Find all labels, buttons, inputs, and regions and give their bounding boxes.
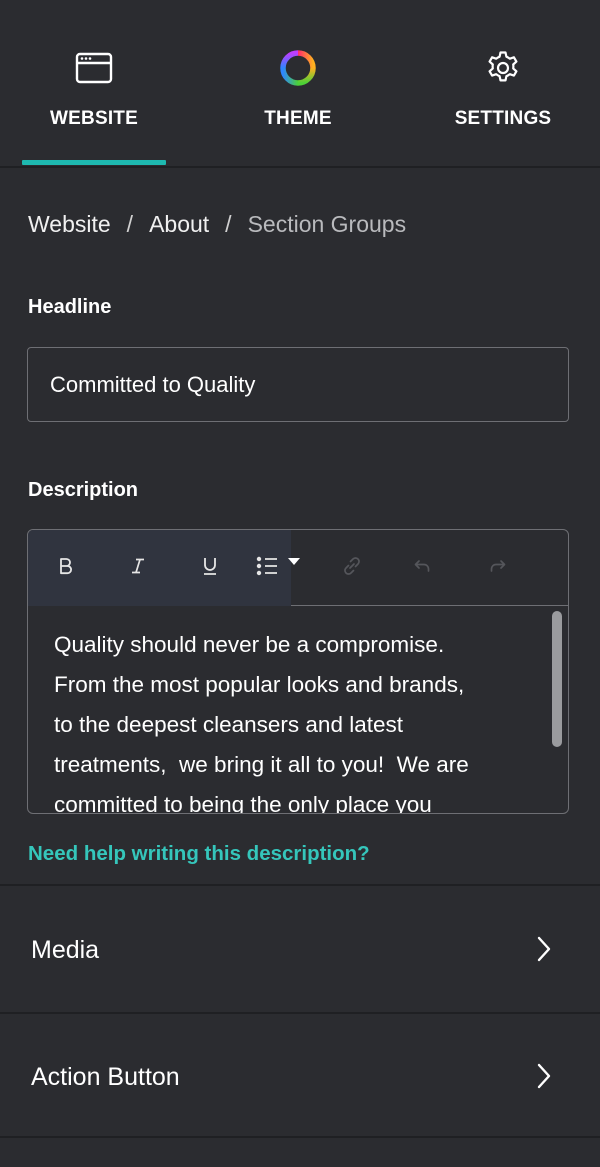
description-label: Description	[28, 479, 139, 501]
breadcrumb-website[interactable]: Website	[28, 211, 111, 238]
description-text-area[interactable]: Quality should never be a compromise. Fr…	[28, 607, 568, 813]
breadcrumb-separator: /	[225, 210, 232, 237]
underline-button[interactable]	[188, 530, 232, 606]
tab-label: THEME	[264, 108, 332, 129]
color-wheel-icon	[278, 48, 318, 88]
tab-theme[interactable]: THEME	[228, 0, 368, 166]
breadcrumb-separator: /	[126, 210, 134, 237]
section-action-button[interactable]: Action Button	[0, 1014, 600, 1138]
italic-icon	[129, 557, 147, 580]
link-button[interactable]	[330, 530, 374, 606]
divider	[0, 1136, 600, 1138]
breadcrumb-section-groups: Section Groups	[247, 210, 407, 237]
section-label: Action Button	[31, 1063, 180, 1091]
description-help-link[interactable]: Need help writing this description?	[28, 842, 370, 866]
tab-website[interactable]: WEBSITE	[22, 0, 166, 166]
description-text[interactable]: Quality should never be a compromise. Fr…	[54, 625, 536, 813]
browser-window-icon	[74, 48, 114, 88]
tab-label: WEBSITE	[50, 108, 138, 129]
active-tab-indicator	[22, 160, 166, 165]
bulleted-list-button[interactable]	[250, 530, 310, 606]
breadcrumb: Website / About / Section Groups	[28, 208, 406, 240]
editor-scrollbar[interactable]	[552, 611, 562, 747]
bold-button[interactable]	[44, 530, 88, 606]
undo-button[interactable]	[402, 530, 446, 606]
editor-panel: WEBSITE THEME SETTINGS Website / About /…	[0, 0, 600, 1167]
divider	[0, 884, 600, 886]
top-tab-bar: WEBSITE THEME SETTINGS	[0, 0, 600, 168]
redo-icon	[485, 557, 507, 580]
section-label: Media	[31, 936, 100, 964]
breadcrumb-about[interactable]: About	[149, 211, 209, 238]
editor-toolbar	[28, 530, 568, 606]
bulleted-list-icon	[255, 555, 305, 582]
bold-icon	[58, 557, 74, 580]
description-editor: Quality should never be a compromise. Fr…	[27, 529, 569, 814]
chevron-right-icon	[534, 935, 554, 963]
gear-icon	[483, 48, 523, 88]
headline-label: Headline	[28, 296, 112, 318]
undo-icon	[413, 557, 435, 580]
link-icon	[340, 554, 364, 583]
italic-button[interactable]	[116, 530, 160, 606]
headline-input[interactable]	[27, 347, 569, 422]
chevron-right-icon	[534, 1062, 554, 1090]
underline-icon	[201, 556, 219, 581]
redo-button[interactable]	[474, 530, 518, 606]
tab-settings[interactable]: SETTINGS	[432, 0, 574, 166]
tab-label: SETTINGS	[454, 108, 552, 129]
section-media[interactable]: Media	[0, 888, 600, 1012]
